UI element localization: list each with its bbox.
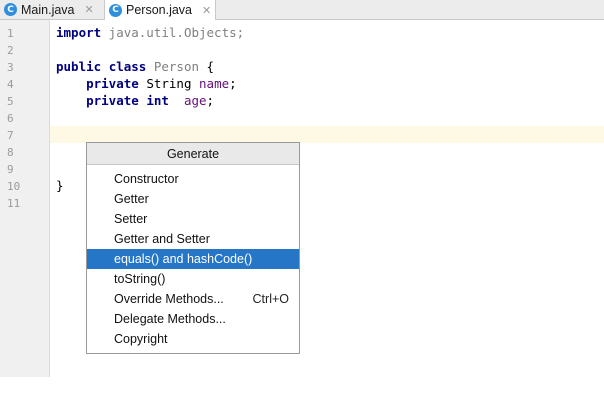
menu-item-getter[interactable]: Getter bbox=[87, 189, 299, 209]
semicolon: ; bbox=[229, 76, 237, 91]
close-icon[interactable]: ✕ bbox=[85, 3, 94, 16]
line-number: 7 bbox=[7, 129, 14, 142]
code-line-field-age[interactable]: private int age; bbox=[56, 93, 214, 108]
line-number: 9 bbox=[7, 163, 14, 176]
java-class-icon: C bbox=[109, 3, 122, 17]
menu-item-setter[interactable]: Setter bbox=[87, 209, 299, 229]
editor-bottom-area bbox=[0, 377, 604, 402]
menu-item-label: equals() and hashCode() bbox=[114, 252, 253, 266]
type-name: String bbox=[138, 76, 200, 91]
keyword: private bbox=[86, 93, 139, 108]
generate-popup-menu: Generate Constructor Getter Setter Gette… bbox=[86, 142, 300, 354]
line-number: 5 bbox=[7, 95, 14, 108]
close-icon[interactable]: ✕ bbox=[202, 4, 211, 17]
menu-item-equals-hashcode[interactable]: equals() and hashCode() bbox=[87, 249, 299, 269]
code-line-import[interactable]: import java.util.Objects; bbox=[56, 25, 244, 40]
menu-item-label: toString() bbox=[114, 272, 166, 286]
brace: } bbox=[56, 178, 64, 193]
shortcut-hint: Ctrl+O bbox=[252, 292, 289, 306]
import-path: java.util.Objects; bbox=[101, 25, 245, 40]
code-line-closing-brace[interactable]: } bbox=[56, 178, 64, 193]
menu-item-override-methods[interactable]: Override Methods... Ctrl+O bbox=[87, 289, 299, 309]
line-number: 2 bbox=[7, 44, 14, 57]
menu-item-copyright[interactable]: Copyright bbox=[87, 329, 299, 349]
line-number: 3 bbox=[7, 61, 14, 74]
menu-item-delegate-methods[interactable]: Delegate Methods... bbox=[87, 309, 299, 329]
menu-item-label: Getter bbox=[114, 192, 149, 206]
java-class-icon: C bbox=[4, 3, 17, 16]
menu-item-label: Override Methods... bbox=[114, 292, 224, 306]
tab-label: Person.java bbox=[126, 3, 193, 17]
tab-main-java[interactable]: C Main.java ✕ bbox=[0, 0, 103, 19]
brace: { bbox=[199, 59, 215, 74]
caret-line-highlight bbox=[50, 126, 604, 143]
code-line-field-name[interactable]: private String name; bbox=[56, 76, 237, 91]
keyword: class bbox=[108, 59, 147, 74]
menu-item-label: Copyright bbox=[114, 332, 168, 346]
line-number: 6 bbox=[7, 112, 14, 125]
popup-title: Generate bbox=[87, 143, 299, 165]
menu-item-label: Setter bbox=[114, 212, 148, 226]
semicolon: ; bbox=[206, 93, 215, 108]
line-number: 8 bbox=[7, 146, 14, 159]
menu-item-label: Getter and Setter bbox=[114, 232, 210, 246]
menu-item-label: Delegate Methods... bbox=[114, 312, 226, 326]
keyword: private bbox=[86, 76, 139, 91]
menu-item-label: Constructor bbox=[114, 172, 179, 186]
menu-item-getter-and-setter[interactable]: Getter and Setter bbox=[87, 229, 299, 249]
tab-person-java[interactable]: C Person.java ✕ bbox=[104, 0, 216, 20]
keyword: public bbox=[56, 59, 102, 74]
class-name: Person bbox=[153, 59, 200, 74]
menu-item-constructor[interactable]: Constructor bbox=[87, 169, 299, 189]
field-name: name bbox=[199, 76, 230, 91]
line-number: 1 bbox=[7, 27, 14, 40]
line-number: 4 bbox=[7, 78, 14, 91]
code-line-class-declaration[interactable]: public class Person { bbox=[56, 59, 214, 74]
line-number: 11 bbox=[7, 197, 21, 210]
editor-tab-bar: C Main.java ✕ C Person.java ✕ bbox=[0, 0, 604, 20]
line-number: 10 bbox=[7, 180, 21, 193]
tab-label: Main.java bbox=[21, 2, 75, 17]
keyword: import bbox=[56, 25, 102, 40]
field-name: age bbox=[183, 93, 207, 108]
menu-item-tostring[interactable]: toString() bbox=[87, 269, 299, 289]
keyword: int bbox=[146, 93, 169, 108]
